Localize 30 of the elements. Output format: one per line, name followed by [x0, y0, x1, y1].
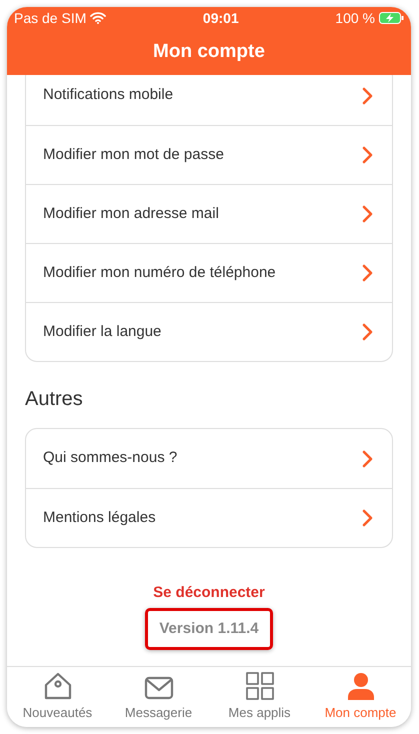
- tab-item[interactable]: Mes applis: [209, 667, 310, 727]
- envelope-icon: [144, 676, 174, 700]
- battery-icon: [378, 12, 404, 24]
- house-icon: [42, 672, 72, 700]
- settings-row[interactable]: Modifier mon mot de passe: [26, 125, 392, 184]
- chevron-right-icon: [362, 323, 374, 341]
- chevron-right-icon: [362, 86, 374, 104]
- version-label: Version 1.11.4: [145, 608, 273, 650]
- settings-row[interactable]: Notifications mobile: [26, 75, 392, 125]
- logout-link[interactable]: Se déconnecter: [153, 582, 265, 604]
- page-title: Mon compte: [153, 40, 265, 64]
- grid-icon: [246, 672, 274, 700]
- clock-text: 09:01: [202, 8, 239, 28]
- settings-row[interactable]: Mentions légales: [26, 488, 392, 547]
- chevron-right-icon: [362, 264, 374, 282]
- chevron-right-icon: [362, 205, 374, 223]
- carrier-text: Pas de SIM: [14, 8, 86, 28]
- chevron-right-icon: [362, 509, 374, 527]
- settings-row[interactable]: Modifier mon adresse mail: [26, 184, 392, 243]
- settings-row[interactable]: Modifier la langue: [26, 302, 392, 361]
- wifi-icon: [90, 12, 106, 24]
- settings-row[interactable]: Qui sommes-nous ?: [26, 429, 392, 488]
- battery-text: 100 %: [335, 8, 375, 28]
- tab-item[interactable]: Messagerie: [108, 667, 209, 727]
- settings-row[interactable]: Modifier mon numéro de téléphone: [26, 243, 392, 302]
- chevron-right-icon: [362, 450, 374, 468]
- tab-item[interactable]: Nouveautés: [7, 667, 108, 727]
- section-title: Autres: [25, 387, 84, 412]
- person-icon: [346, 672, 376, 700]
- chevron-right-icon: [362, 146, 374, 164]
